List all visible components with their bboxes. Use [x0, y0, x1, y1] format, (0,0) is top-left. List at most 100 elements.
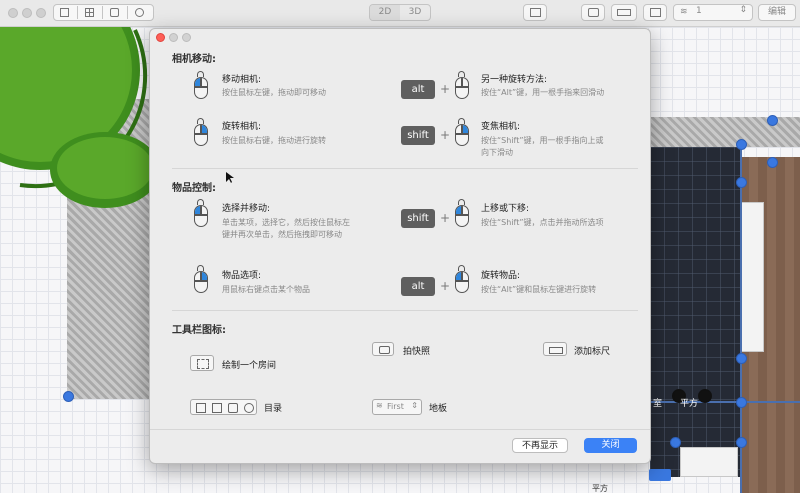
snapshot-button[interactable] [581, 4, 605, 21]
alt-rotate-desc: 按住“Alt”键，用一根手指来回滑动 [481, 88, 605, 97]
cursor-icon [226, 172, 234, 183]
tree-icon[interactable] [135, 8, 144, 17]
wall-node-handle[interactable] [63, 391, 74, 402]
floor-select-value: 1 [696, 6, 702, 16]
move-camera-title: 移动相机: [222, 75, 262, 85]
snapshot-label: 拍快照 [403, 347, 431, 357]
zoom-camera-desc: 按住“Shift”键，用一根手指向上或向下滑动 [481, 136, 604, 157]
floorplan-icon [196, 403, 206, 413]
rotate-object-title: 旋转物品: [481, 271, 521, 281]
wall-node-handle[interactable] [767, 115, 778, 126]
room-label: 室 [653, 399, 663, 409]
add-ruler-label: 添加标尺 [574, 347, 611, 357]
shift-key-icon: shift [401, 209, 435, 228]
view-mode-toggle[interactable]: 2D 3D [369, 4, 431, 21]
camera-section-title: 相机移动: [172, 54, 216, 65]
furniture-icon[interactable] [110, 8, 119, 17]
window-zoom-button[interactable] [36, 8, 46, 18]
layers-icon: ≋ [680, 7, 688, 17]
alt-key-icon: alt [401, 80, 435, 99]
layers-icon: ≋ [376, 401, 383, 410]
chevron-updown-icon: ⇕ [411, 401, 418, 410]
view-2d-tab[interactable]: 2D [370, 5, 400, 20]
draw-room-icon [650, 8, 661, 17]
mouse-scroll-icon [455, 77, 469, 99]
shift-key-icon: shift [401, 126, 435, 145]
mouse-left-click-icon [194, 205, 208, 227]
window-close-button[interactable] [8, 8, 18, 18]
close-button[interactable]: 关闭 [584, 438, 637, 453]
area-label: 平方 [592, 484, 608, 493]
select-move-title: 选择并移动: [222, 204, 271, 214]
floor-select-icon: ≋ First ⇕ [372, 399, 422, 415]
object-options-title: 物品选项: [222, 271, 262, 281]
door-handle[interactable] [649, 469, 671, 481]
furniture-icon [228, 403, 238, 413]
wall-node-handle[interactable] [736, 397, 747, 408]
wall-node-handle[interactable] [670, 437, 681, 448]
mouse-scroll-icon [455, 124, 469, 146]
ruler-icon [543, 342, 567, 356]
ruler-icon [617, 9, 631, 16]
alt-rotate-title: 另一种旋转方法: [481, 75, 548, 85]
divider [172, 168, 638, 169]
mouse-right-click-icon [194, 271, 208, 293]
rotate-camera-title: 旋转相机: [222, 122, 262, 132]
mouse-left-click-icon [455, 271, 469, 293]
move-up-down-desc: 按住“Shift”键，点击并拖动所选项 [481, 218, 604, 227]
draw-room-button[interactable] [643, 4, 667, 21]
wall-node-handle[interactable] [736, 353, 747, 364]
controls-help-dialog: 相机移动: 移动相机: 按住鼠标左键，拖动即可移动 alt + 另一种旋转方法:… [149, 28, 651, 464]
grid-icon[interactable] [85, 8, 94, 17]
select-move-desc: 单击某项，选择它，然后按住鼠标左键并再次单击，然后拖拽即可移动 [222, 218, 350, 239]
divider [172, 310, 638, 311]
tree-icon [0, 27, 160, 208]
rotate-object-desc: 按住“Alt”键和鼠标左键进行旋转 [481, 285, 597, 294]
dont-show-again-button[interactable]: 不再显示 [512, 438, 568, 453]
wall-node-handle[interactable] [767, 157, 778, 168]
main-toolbar: 2D 3D ≋ 1 ⇕ 编辑 [0, 0, 800, 27]
edit-button[interactable]: 编辑 [758, 4, 796, 21]
object-options-desc: 用鼠标右键点击某个物品 [222, 285, 310, 294]
wall-node-handle[interactable] [736, 177, 747, 188]
message-icon [530, 8, 541, 17]
dialog-minimize-button [169, 33, 178, 42]
divider [150, 429, 650, 430]
kitchen-floor [650, 147, 740, 477]
window-minimize-button[interactable] [22, 8, 32, 18]
wall-node-handle[interactable] [736, 139, 747, 150]
catalog-icons-group [190, 399, 257, 415]
plus-icon: + [440, 279, 451, 293]
dialog-zoom-button [182, 33, 191, 42]
camera-icon [588, 8, 599, 17]
rotate-camera-desc: 按住鼠标右键，拖动进行旋转 [222, 136, 326, 145]
ruler-button[interactable] [611, 4, 637, 21]
dialog-close-button[interactable] [156, 33, 165, 42]
wall-node-handle[interactable] [736, 437, 747, 448]
catalog-toolbar-group [53, 4, 154, 21]
camera-icon [372, 342, 394, 356]
kitchen-cabinet [740, 202, 764, 352]
plus-icon: + [440, 211, 451, 225]
floor-label: 地板 [429, 404, 448, 414]
toolbar-icons-section-title: 工具栏图标: [172, 325, 226, 336]
mouse-right-click-icon [194, 124, 208, 146]
tree-icon [244, 403, 254, 413]
grid-icon [212, 403, 222, 413]
move-up-down-title: 上移或下移: [481, 204, 530, 214]
alt-key-icon: alt [401, 277, 435, 296]
objects-section-title: 物品控制: [172, 183, 216, 194]
view-3d-tab[interactable]: 3D [400, 5, 430, 20]
floorplan-icon[interactable] [60, 8, 69, 17]
room-dimension-handle[interactable] [698, 389, 712, 403]
floor-select[interactable]: ≋ 1 ⇕ [673, 4, 753, 21]
move-camera-desc: 按住鼠标左键，拖动即可移动 [222, 88, 326, 97]
plus-icon: + [440, 128, 451, 142]
catalog-label: 目录 [264, 404, 283, 414]
help-button[interactable] [523, 4, 547, 21]
draw-room-icon [190, 355, 214, 371]
bath-fixture [680, 447, 738, 477]
mouse-left-click-icon [194, 77, 208, 99]
wall-line [650, 401, 800, 403]
draw-room-label: 绘制一个房间 [222, 361, 277, 371]
